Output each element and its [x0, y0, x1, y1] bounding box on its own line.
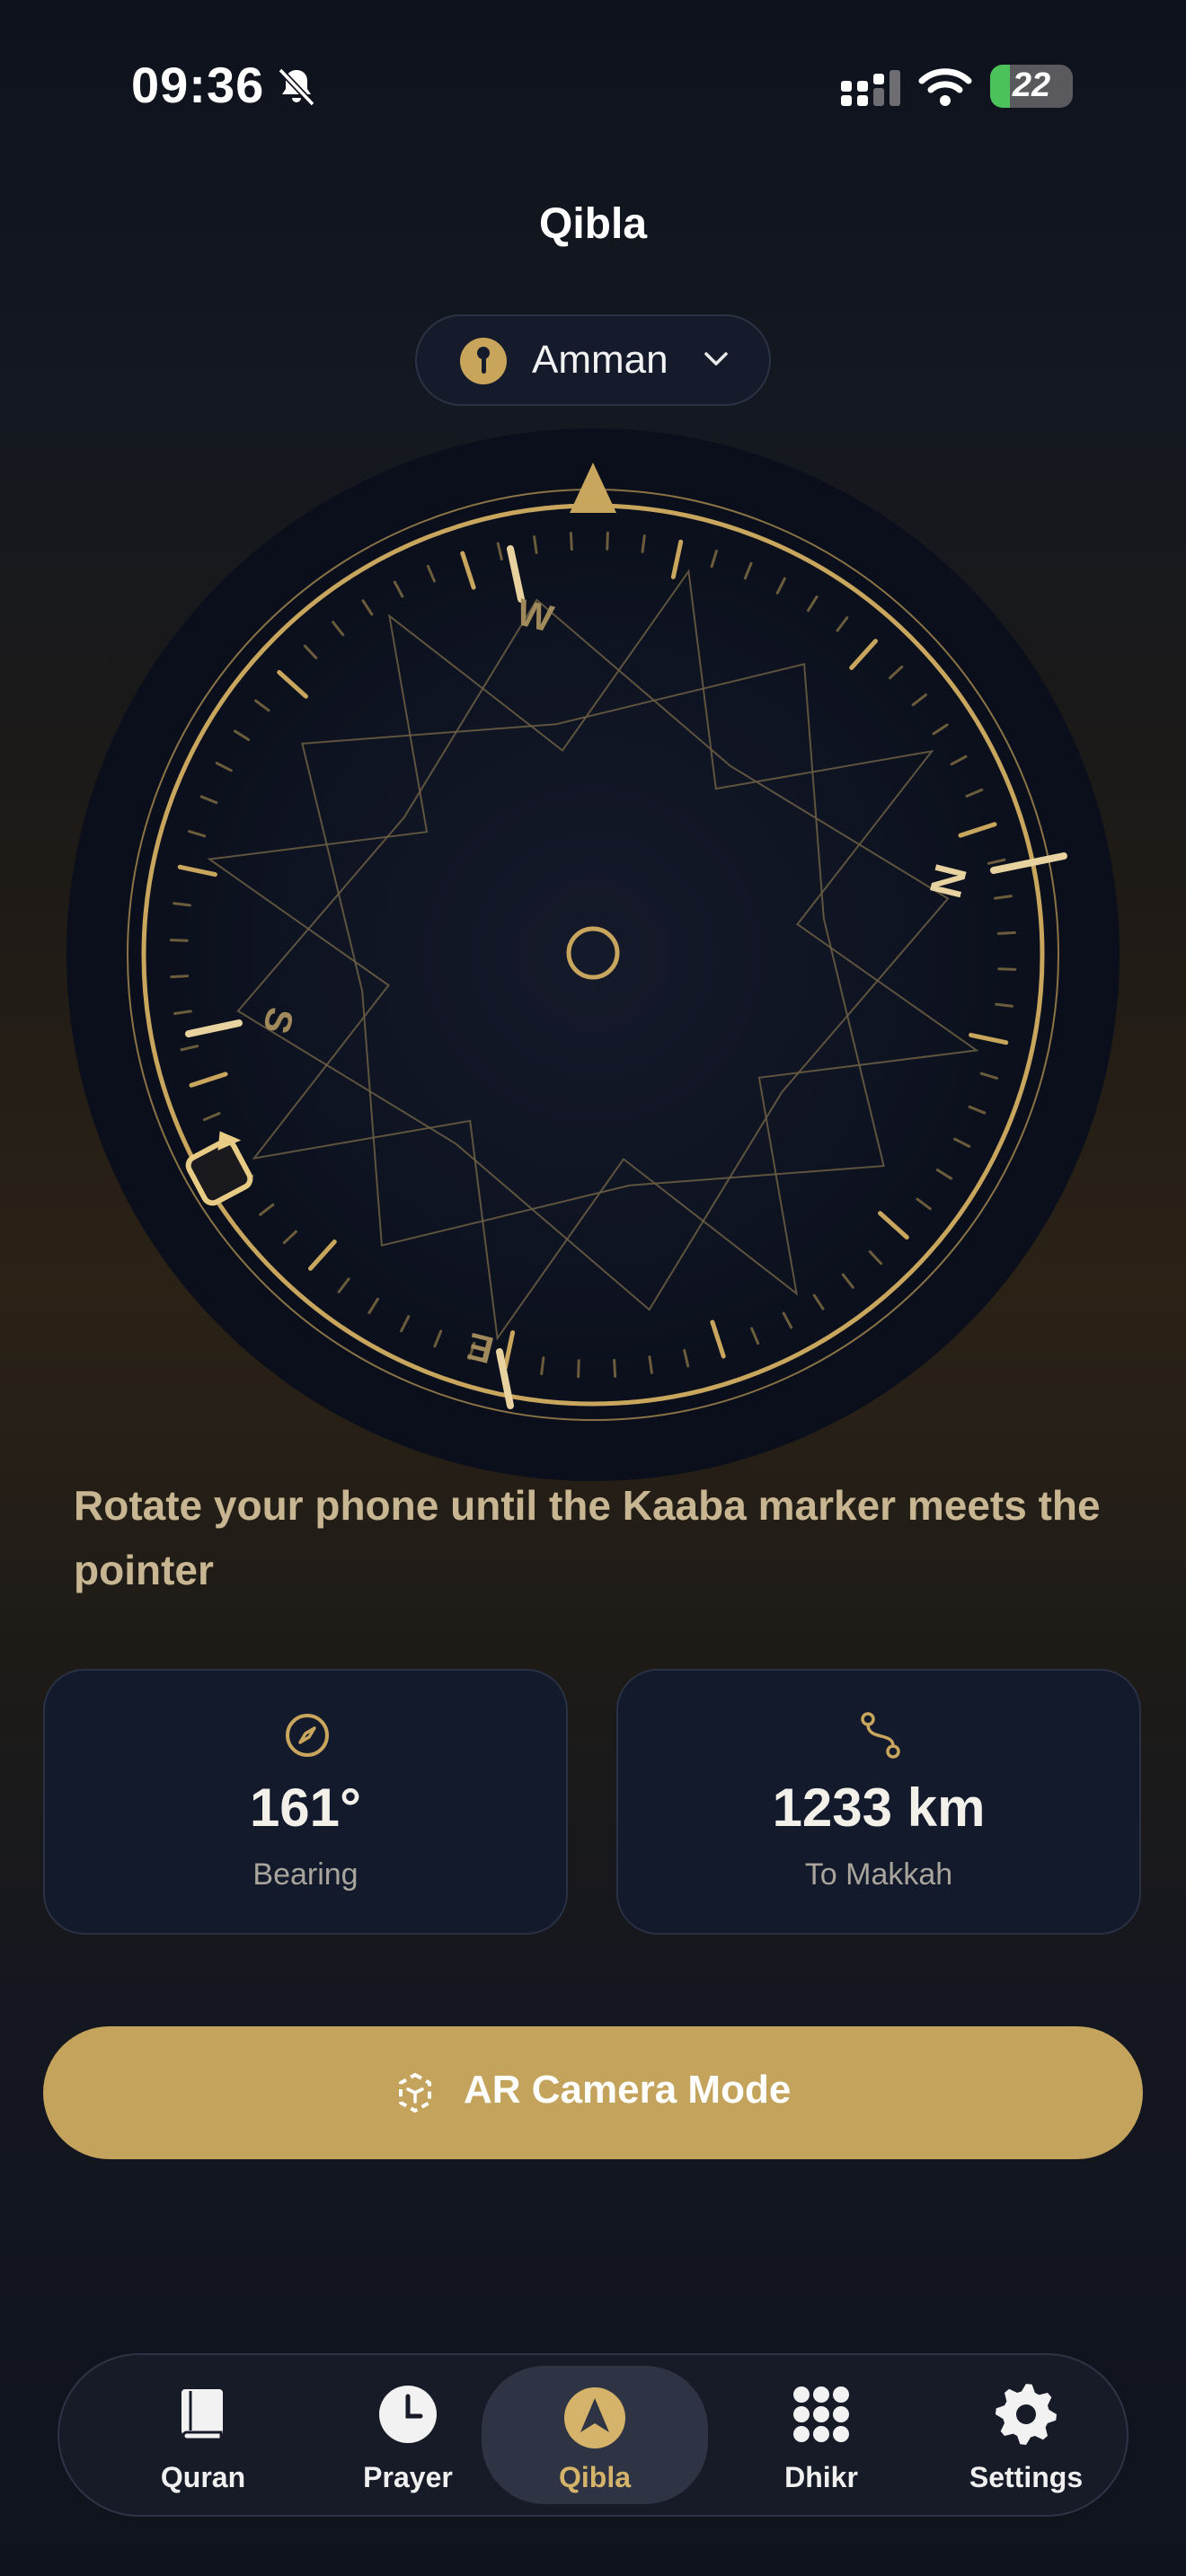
route-icon — [861, 1712, 900, 1759]
compass-tick — [170, 975, 190, 979]
tab-label-prayer: Prayer — [363, 2461, 453, 2493]
distance-card: 1233 km To Makkah — [616, 1669, 1141, 1935]
compass-tick — [577, 1359, 580, 1379]
status-time: 09:36 — [131, 57, 265, 113]
tab-label-dhikr: Dhikr — [784, 2461, 858, 2493]
wifi-icon — [918, 68, 972, 106]
gear-icon — [996, 2384, 1057, 2445]
distance-label: To Makkah — [804, 1857, 953, 1892]
location-selector[interactable]: Amman — [415, 314, 771, 406]
bearing-value: 161° — [249, 1778, 362, 1838]
bearing-card: 161° Bearing — [43, 1669, 568, 1935]
compass-tick — [606, 531, 609, 551]
tab-label-qibla: Qibla — [558, 2461, 631, 2493]
qibla-instruction: Rotate your phone until the Kaaba marker… — [74, 1482, 1101, 1593]
distance-value: 1233 km — [772, 1778, 986, 1838]
battery-charging-icon: 22 — [990, 65, 1073, 108]
tab-label-quran: Quran — [160, 2461, 246, 2493]
compass-icon — [286, 1714, 329, 1757]
clock-icon — [379, 2386, 437, 2443]
compass-tick — [996, 931, 1016, 935]
ar-camera-mode-label: AR Camera Mode — [464, 2068, 792, 2112]
ar-cube-icon — [399, 2073, 431, 2113]
location-pin-icon — [460, 338, 507, 384]
compass-tick — [997, 967, 1017, 971]
tab-bar: Quran Prayer Qibla Dhikr Settings — [58, 2353, 1128, 2517]
cellular-signal-icon — [841, 70, 900, 106]
compass-tick — [169, 939, 189, 942]
navigation-arrow-icon — [564, 2387, 625, 2448]
book-icon — [181, 2389, 223, 2441]
tab-qibla[interactable]: Qibla — [482, 2366, 708, 2504]
tab-prayer[interactable]: Prayer — [309, 2355, 507, 2515]
bell-slash-icon — [278, 67, 315, 107]
dots-grid-icon — [793, 2386, 849, 2442]
tab-dhikr[interactable]: Dhikr — [722, 2355, 920, 2515]
ar-camera-mode-button[interactable]: AR Camera Mode — [43, 2026, 1143, 2159]
compass-dial — [128, 490, 1058, 1420]
tab-settings[interactable]: Settings — [927, 2355, 1125, 2515]
page-title: Qibla — [538, 200, 648, 248]
battery-level: 22 — [1012, 66, 1051, 104]
qibla-compass: N E S W — [66, 428, 1120, 1481]
location-name: Amman — [532, 338, 668, 382]
tab-label-settings: Settings — [969, 2461, 1084, 2493]
bearing-label: Bearing — [252, 1857, 358, 1892]
chevron-down-icon — [704, 352, 728, 366]
status-bar: 09:36 22 — [0, 0, 1186, 171]
tab-quran[interactable]: Quran — [104, 2355, 302, 2515]
